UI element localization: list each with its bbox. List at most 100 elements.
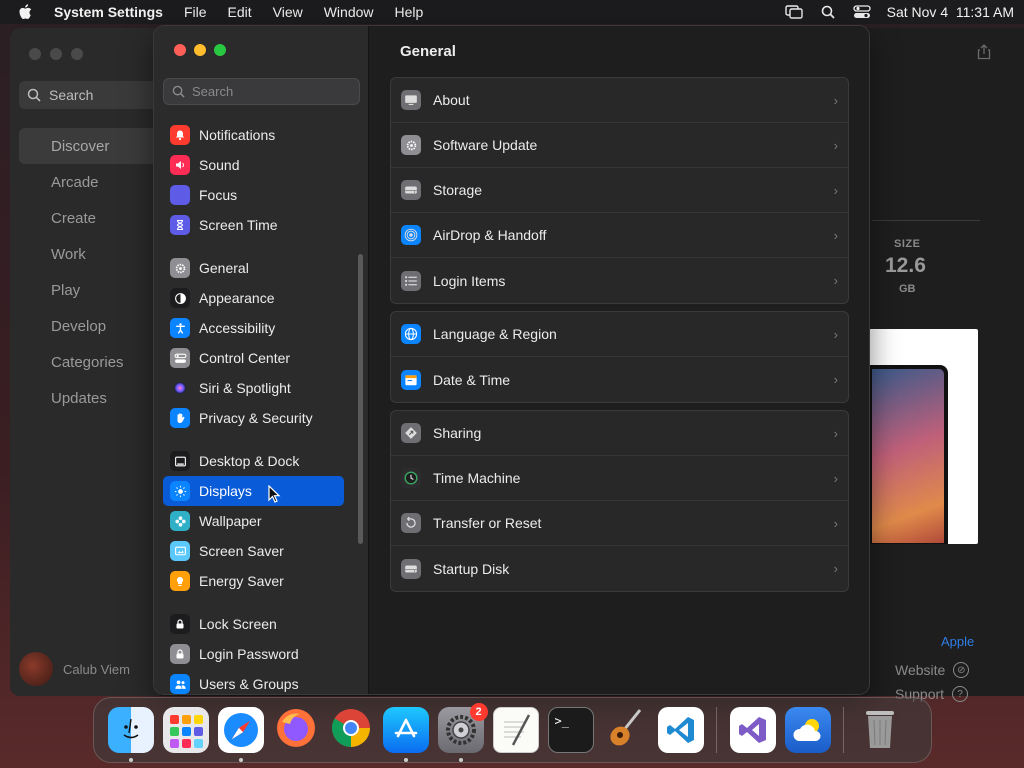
settings-row-label: Software Update (433, 137, 538, 153)
zoom-button[interactable] (71, 48, 83, 60)
app-store-nav-create[interactable]: Create (19, 200, 160, 236)
menu-edit[interactable]: Edit (228, 4, 252, 20)
menu-view[interactable]: View (273, 4, 303, 20)
close-button[interactable] (174, 44, 186, 56)
spotlight-search-icon[interactable] (819, 4, 837, 20)
settings-search-field[interactable]: Search (163, 78, 360, 105)
sidebar-item-privacy-and-security[interactable]: Privacy & Security (163, 403, 344, 433)
settings-row-storage[interactable]: Storage › (391, 168, 848, 213)
share-icon[interactable] (977, 44, 991, 65)
sidebar-item-users-and-groups[interactable]: Users & Groups (163, 669, 344, 694)
screen-mirroring-icon[interactable] (784, 4, 803, 20)
dock-app-weather[interactable] (784, 707, 831, 753)
app-screenshot-preview[interactable] (868, 329, 978, 544)
sidebar-item-siri-and-spotlight[interactable]: Siri & Spotlight (163, 373, 344, 403)
app-store-nav-categories[interactable]: Categories (19, 344, 160, 380)
settings-sidebar: Search Notifications Sound Focus Screen Tim… (154, 26, 369, 694)
close-button[interactable] (29, 48, 41, 60)
sidebar-item-displays[interactable]: Displays (163, 476, 344, 506)
avatar (19, 652, 53, 686)
dock-separator (843, 707, 844, 753)
menu-app-name[interactable]: System Settings (54, 4, 163, 20)
sidebar-item-label: Sound (199, 157, 240, 173)
sidebar-item-screen-saver[interactable]: Screen Saver (163, 536, 344, 566)
sidebar-item-sound[interactable]: Sound (163, 150, 344, 180)
menu-window[interactable]: Window (324, 4, 374, 20)
sidebar-item-wallpaper[interactable]: Wallpaper (163, 506, 344, 536)
dock-app-garageband[interactable] (603, 707, 649, 753)
sidebar-item-accessibility[interactable]: Accessibility (163, 313, 344, 343)
settings-row-startup-disk[interactable]: Startup Disk › (391, 546, 848, 591)
sidebar-item-appearance[interactable]: Appearance (163, 283, 344, 313)
running-indicator (128, 758, 133, 762)
dock-app-firefox[interactable] (273, 707, 319, 753)
sidebar-item-general[interactable]: General (163, 253, 344, 283)
minimize-button[interactable] (50, 48, 62, 60)
dock-app-chrome[interactable] (328, 707, 374, 753)
appearance-icon (170, 288, 190, 308)
dock-app-textedit[interactable] (492, 707, 539, 753)
vscode-icon (657, 707, 704, 753)
sidebar-item-notifications[interactable]: Notifications (163, 120, 344, 150)
control-center-icon[interactable] (852, 4, 871, 20)
website-link[interactable]: Website ⊘ (895, 662, 970, 678)
sidebar-item-control-center[interactable]: Control Center (163, 343, 344, 373)
dock-app-safari[interactable] (217, 707, 264, 762)
settings-row-airdrop-and-handoff[interactable]: AirDrop & Handoff › (391, 213, 848, 258)
time-machine-icon (401, 468, 421, 488)
sidebar-item-lock-screen[interactable]: Lock Screen (163, 609, 344, 639)
settings-row-language-and-region[interactable]: Language & Region › (391, 312, 848, 357)
sun-icon (170, 481, 190, 501)
search-icon (27, 88, 41, 102)
settings-row-label: Login Items (433, 272, 506, 289)
app-store-nav-arcade[interactable]: Arcade (19, 164, 160, 200)
dock-app-trash[interactable] (857, 707, 903, 753)
reset-icon (401, 513, 421, 533)
sidebar-item-energy-saver[interactable]: Energy Saver (163, 566, 344, 596)
sharing-icon (401, 423, 421, 443)
app-store-nav-discover[interactable]: Discover (19, 128, 160, 164)
developer-link[interactable]: Apple (941, 634, 974, 649)
app-store-nav-develop[interactable]: Develop (19, 308, 160, 344)
menu-file[interactable]: File (184, 4, 207, 20)
settings-row-time-machine[interactable]: Time Machine › (391, 456, 848, 501)
sidebar-item-focus[interactable]: Focus (163, 180, 344, 210)
settings-row-software-update[interactable]: Software Update › (391, 123, 848, 168)
settings-row-label: Transfer or Reset (433, 515, 542, 531)
settings-row-sharing[interactable]: Sharing › (391, 411, 848, 456)
app-store-search-field[interactable]: Search (19, 81, 169, 109)
device-mockup (868, 365, 948, 544)
settings-row-transfer-or-reset[interactable]: Transfer or Reset › (391, 501, 848, 546)
settings-row-about[interactable]: About › (391, 78, 848, 123)
apple-menu-icon[interactable] (18, 4, 34, 20)
dock-app-finder[interactable] (107, 707, 154, 762)
dock-app-visual-studio[interactable] (729, 707, 776, 753)
app-store-nav-updates[interactable]: Updates (19, 380, 160, 416)
dock-app-vs-code[interactable] (657, 707, 704, 753)
sidebar-scrollbar[interactable] (358, 254, 363, 544)
battery-icon (170, 571, 190, 591)
settings-row-label: Sharing (433, 425, 482, 441)
sidebar-item-login-password[interactable]: Login Password (163, 639, 344, 669)
dock-app-system-settings[interactable]: 2 (437, 703, 488, 762)
dock-app-terminal[interactable]: >_ (547, 707, 594, 753)
trash-icon (860, 705, 900, 756)
settings-row-date-and-time[interactable]: Date & Time › (391, 357, 848, 402)
mouse-cursor-icon (268, 485, 281, 503)
zoom-button[interactable] (214, 44, 226, 56)
app-store-account[interactable]: Calub Viem (19, 652, 130, 686)
menu-help[interactable]: Help (395, 4, 424, 20)
settings-row-login-items[interactable]: Login Items › (391, 258, 848, 303)
dock-app-launchpad[interactable] (162, 707, 209, 753)
app-store-nav-work[interactable]: Work (19, 236, 160, 272)
dock-app-app-store[interactable] (382, 707, 429, 762)
running-indicator (238, 758, 243, 762)
app-store-nav-play[interactable]: Play (19, 272, 160, 308)
sidebar-item-desktop-and-dock[interactable]: Desktop & Dock (163, 446, 344, 476)
minimize-button[interactable] (194, 44, 206, 56)
firefox-icon (274, 706, 318, 755)
users-icon (170, 674, 190, 694)
menubar-clock[interactable]: Sat Nov 4 11:31 AM (887, 4, 1014, 20)
sidebar-item-label: Privacy & Security (199, 410, 313, 426)
sidebar-item-screen-time[interactable]: Screen Time (163, 210, 344, 240)
